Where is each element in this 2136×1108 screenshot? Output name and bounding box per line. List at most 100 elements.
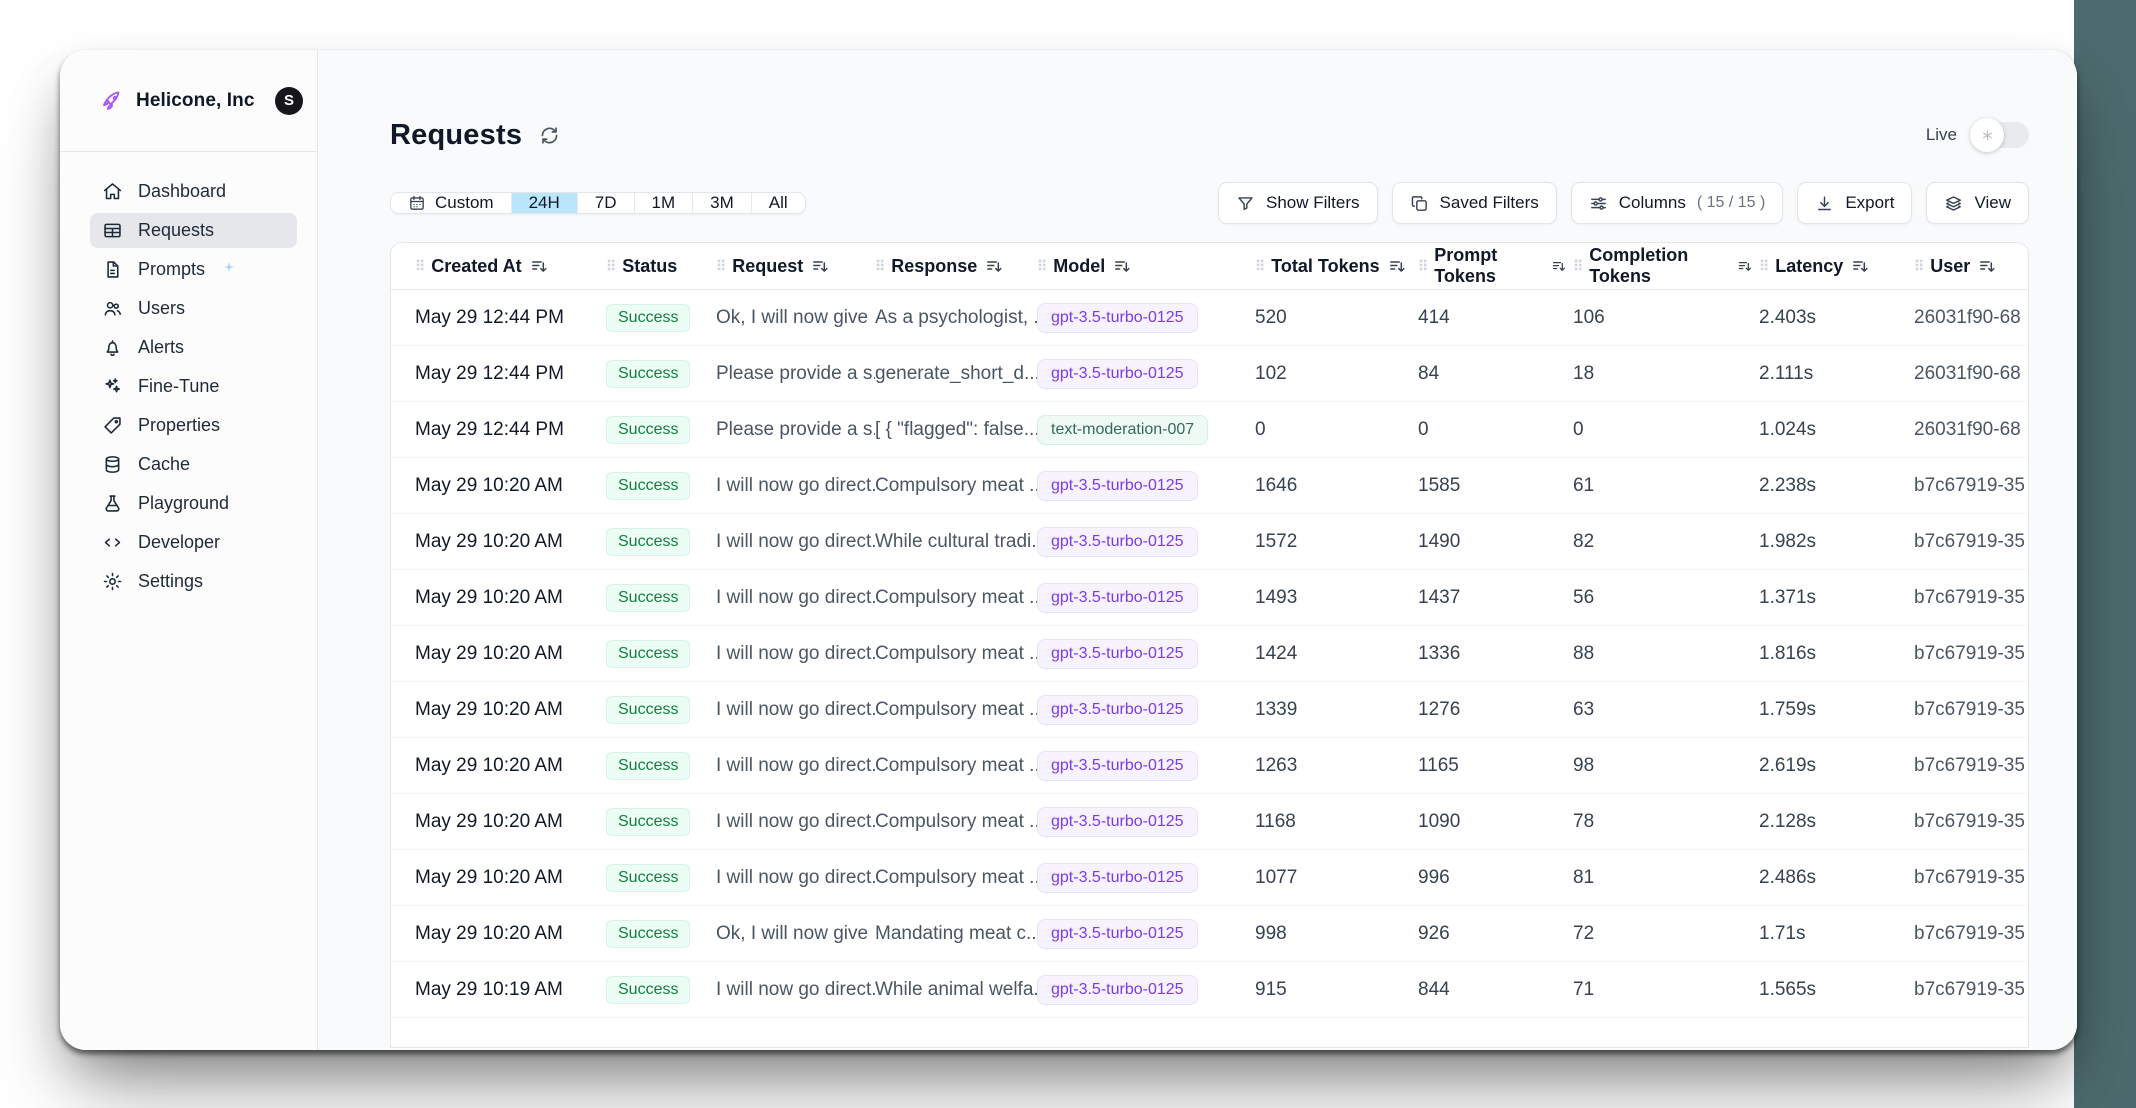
sidebar-item-properties[interactable]: Properties	[90, 408, 297, 443]
drag-handle-icon[interactable]: ⠿	[1759, 258, 1768, 275]
table-row[interactable]: May 29 12:44 PMSuccessPlease provide a s…	[391, 402, 2029, 458]
column-header-user[interactable]: ⠿User	[1914, 256, 2029, 277]
cell-latency: 1.759s	[1759, 699, 1914, 721]
table-row[interactable]: May 29 12:44 PMSuccessPlease provide a s…	[391, 346, 2029, 402]
table-row[interactable]: May 29 10:20 AMSuccessI will now go dire…	[391, 738, 2029, 794]
sidebar-item-fine-tune[interactable]: Fine-Tune	[90, 369, 297, 404]
view-button[interactable]: View	[1926, 182, 2029, 224]
time-range-3m-button[interactable]: 3M	[692, 193, 751, 213]
table-row[interactable]: May 29 10:20 AMSuccessOk, I will now giv…	[391, 906, 2029, 962]
sliders-icon	[1589, 194, 1608, 213]
sort-icon[interactable]	[1114, 258, 1130, 274]
column-header-latency[interactable]: ⠿ Latency	[1759, 256, 1914, 277]
drag-handle-icon[interactable]: ⠿	[875, 258, 884, 275]
columns-button[interactable]: Columns( 15 / 15 )	[1571, 182, 1784, 224]
cell-user: b7c67919-35	[1914, 979, 2029, 1001]
column-header-total_tokens[interactable]: ⠿Total Tokens	[1255, 256, 1418, 277]
users-icon	[102, 298, 123, 319]
table-row[interactable]: May 29 10:20 AMSuccessI will now go dire…	[391, 458, 2029, 514]
column-label: Latency	[1775, 256, 1843, 277]
drag-handle-icon[interactable]: ⠿	[716, 258, 725, 275]
cell-status: Success	[606, 360, 716, 388]
avatar[interactable]: S	[275, 87, 303, 115]
cell-total-tokens: 1572	[1255, 531, 1418, 553]
cell-created-at: May 29 10:20 AM	[391, 699, 606, 721]
cell-status: Success	[606, 640, 716, 668]
cell-created-at: May 29 10:20 AM	[391, 923, 606, 945]
table-row[interactable]: May 29 10:20 AMSuccessI will now go dire…	[391, 794, 2029, 850]
table-row[interactable]: May 29 12:44 PMSuccessOk, I will now giv…	[391, 290, 2029, 346]
table-row[interactable]: May 29 10:20 AMSuccessI will now go dire…	[391, 626, 2029, 682]
cell-model: gpt-3.5-turbo-0125	[1037, 807, 1255, 837]
status-badge: Success	[606, 920, 690, 948]
sort-icon[interactable]	[1389, 258, 1405, 274]
sidebar-item-developer[interactable]: Developer	[90, 525, 297, 560]
drag-handle-icon[interactable]: ⠿	[606, 258, 615, 275]
sort-icon[interactable]	[1979, 258, 1995, 274]
sort-icon[interactable]	[812, 258, 828, 274]
cell-response: As a psychologist, ...	[875, 307, 1037, 329]
cell-completion-tokens: 98	[1573, 755, 1759, 777]
cell-total-tokens: 1646	[1255, 475, 1418, 497]
model-badge: gpt-3.5-turbo-0125	[1037, 527, 1198, 557]
button-label: Show Filters	[1266, 193, 1360, 213]
cell-request: I will now go direct...	[716, 475, 875, 497]
drag-handle-icon[interactable]: ⠿	[1037, 258, 1046, 275]
table-icon	[102, 220, 123, 241]
sidebar-item-label: Requests	[138, 220, 214, 241]
sidebar-item-settings[interactable]: Settings	[90, 564, 297, 599]
export-button[interactable]: Export	[1797, 182, 1912, 224]
sort-icon[interactable]	[1852, 258, 1868, 274]
column-header-created_at[interactable]: ⠿Created At	[391, 256, 606, 277]
time-range-all-button[interactable]: All	[751, 193, 805, 213]
bell-icon	[102, 337, 123, 358]
saved-filters-button[interactable]: Saved Filters	[1392, 182, 1557, 224]
drag-handle-icon[interactable]: ⠿	[415, 258, 424, 275]
table-row[interactable]: May 29 10:20 AMSuccessI will now go dire…	[391, 570, 2029, 626]
time-range-24h-button[interactable]: 24H	[511, 193, 577, 213]
sidebar-item-alerts[interactable]: Alerts	[90, 330, 297, 365]
cell-prompt-tokens: 1090	[1418, 811, 1573, 833]
table-row[interactable]: May 29 10:19 AMSuccessI will now go dire…	[391, 962, 2029, 1018]
sort-icon[interactable]	[1738, 258, 1751, 274]
column-header-model[interactable]: ⠿Model	[1037, 256, 1255, 277]
column-header-response[interactable]: ⠿Response	[875, 256, 1037, 277]
button-label: View	[1974, 193, 2011, 213]
table-body: May 29 12:44 PMSuccessOk, I will now giv…	[391, 290, 2028, 1018]
table-row[interactable]: May 29 10:20 AMSuccessI will now go dire…	[391, 850, 2029, 906]
drag-handle-icon[interactable]: ⠿	[1418, 258, 1427, 275]
column-header-request[interactable]: ⠿Request	[716, 256, 875, 277]
column-header-status[interactable]: ⠿Status	[606, 256, 716, 277]
cell-created-at: May 29 10:20 AM	[391, 531, 606, 553]
time-range-7d-button[interactable]: 7D	[577, 193, 634, 213]
status-badge: Success	[606, 528, 690, 556]
drag-handle-icon[interactable]: ⠿	[1255, 258, 1264, 275]
cell-prompt-tokens: 84	[1418, 363, 1573, 385]
toolbar: Show Filters Saved Filters Columns( 15 / 1…	[1218, 182, 2029, 224]
column-header-completion_tokens[interactable]: ⠿Completion Tokens	[1573, 245, 1759, 287]
time-range-1m-button[interactable]: 1M	[634, 193, 693, 213]
show-filters-button[interactable]: Show Filters	[1218, 182, 1378, 224]
table-row[interactable]: May 29 10:20 AMSuccessI will now go dire…	[391, 682, 2029, 738]
sidebar-item-cache[interactable]: Cache	[90, 447, 297, 482]
sidebar-item-users[interactable]: Users	[90, 291, 297, 326]
cell-total-tokens: 102	[1255, 363, 1418, 385]
drag-handle-icon[interactable]: ⠿	[1914, 258, 1923, 275]
time-range-custom-button[interactable]: Custom	[391, 193, 511, 213]
sidebar-item-dashboard[interactable]: Dashboard	[90, 174, 297, 209]
sidebar-item-prompts[interactable]: Prompts	[90, 252, 297, 287]
live-toggle[interactable]	[1971, 122, 2029, 148]
model-badge: gpt-3.5-turbo-0125	[1037, 303, 1198, 333]
column-header-prompt_tokens[interactable]: ⠿Prompt Tokens	[1418, 245, 1573, 287]
sort-icon[interactable]	[531, 258, 547, 274]
cell-user: b7c67919-35	[1914, 699, 2029, 721]
cell-model: gpt-3.5-turbo-0125	[1037, 751, 1255, 781]
sort-icon[interactable]	[1552, 258, 1565, 274]
drag-handle-icon[interactable]: ⠿	[1573, 258, 1582, 275]
sidebar-item-playground[interactable]: Playground	[90, 486, 297, 521]
sort-icon[interactable]	[986, 258, 1002, 274]
cell-total-tokens: 520	[1255, 307, 1418, 329]
table-row[interactable]: May 29 10:20 AMSuccessI will now go dire…	[391, 514, 2029, 570]
refresh-icon[interactable]	[538, 124, 561, 147]
sidebar-item-requests[interactable]: Requests	[90, 213, 297, 248]
